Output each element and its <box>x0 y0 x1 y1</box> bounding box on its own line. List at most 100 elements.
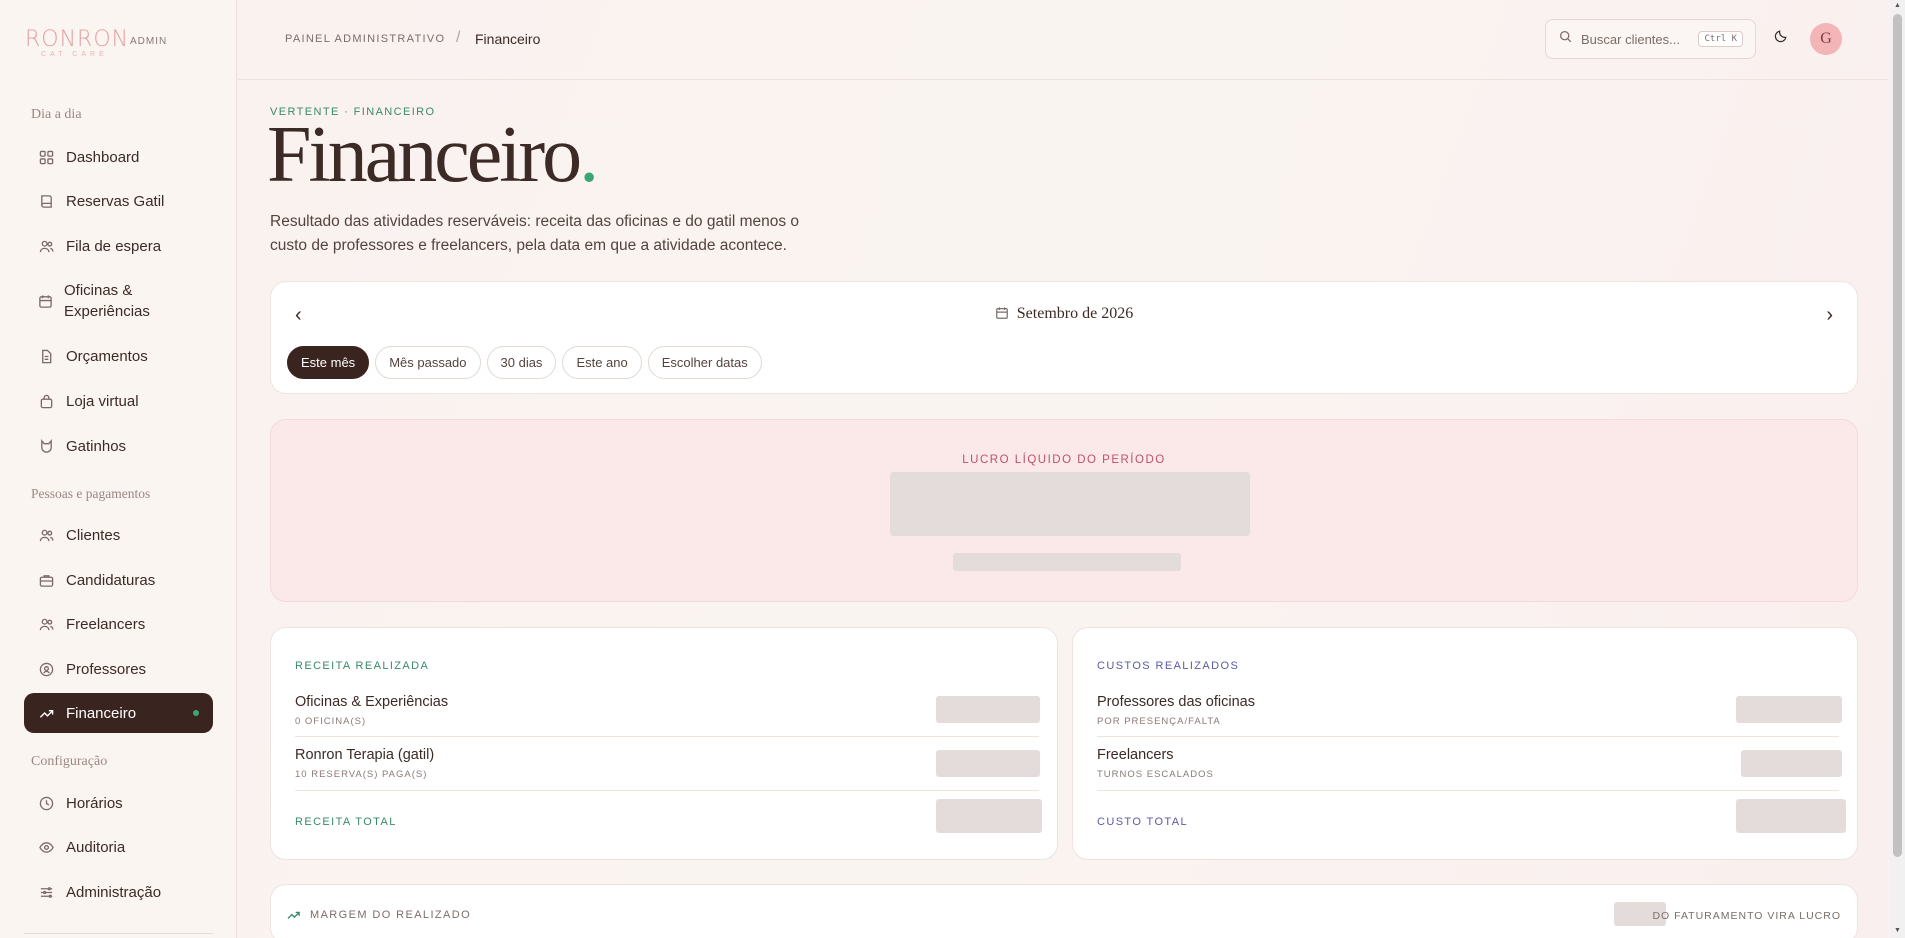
margin-card: MARGEM DO REALIZADO DO FATURAMENTO VIRA … <box>270 884 1858 938</box>
eye-icon <box>38 839 54 855</box>
users-icon <box>38 238 54 254</box>
month-label-text: Setembro de 2026 <box>1016 305 1134 322</box>
sidebar-item-reservas-gatil[interactable]: Reservas Gatil <box>24 190 213 212</box>
users-icon <box>38 527 54 543</box>
sidebar-item-clientes[interactable]: Clientes <box>24 524 213 546</box>
sidebar-item-label: Candidaturas <box>66 571 156 589</box>
sidebar: RONRON CAT CARE ADMIN Dia a dia Dashboar… <box>0 0 237 938</box>
sidebar-item-horarios[interactable]: Horários <box>24 792 213 814</box>
moon-icon[interactable] <box>1774 29 1788 48</box>
divider <box>295 790 1039 791</box>
sidebar-item-label: Horários <box>66 794 123 812</box>
chip-este-ano[interactable]: Este ano <box>562 346 642 379</box>
search-placeholder: Buscar clientes... <box>1581 31 1680 47</box>
search-input[interactable]: Buscar clientes... Ctrl K <box>1545 19 1756 59</box>
search-shortcut: Ctrl K <box>1698 31 1743 47</box>
page-title-dot: . <box>579 111 599 199</box>
cost-row-sub: TURNOS ESCALADOS <box>1097 769 1214 780</box>
sidebar-item-label: Auditoria <box>66 838 126 856</box>
book-icon <box>38 193 54 209</box>
month-label: Setembro de 2026 <box>271 305 1857 325</box>
page-description: Resultado das atividades reserváveis: re… <box>270 213 800 254</box>
revenue-row-sub: 0 OFICINA(S) <box>295 716 367 727</box>
revenue-title: RECEITA REALIZADA <box>295 660 430 672</box>
revenue-row-sub: 10 RESERVA(S) PAGA(S) <box>295 769 428 780</box>
sidebar-item-label: Loja virtual <box>66 392 139 410</box>
cost-row-sub: POR PRESENÇA/FALTA <box>1097 716 1221 727</box>
topbar: PAINEL ADMINISTRATIVO / Financeiro Busca… <box>238 0 1888 80</box>
net-profit-value-skeleton <box>890 472 1250 536</box>
divider <box>1097 790 1839 791</box>
sidebar-item-label: Financeiro <box>66 704 137 722</box>
page-title: Financeiro. <box>267 110 599 201</box>
margin-note: DO FATURAMENTO VIRA LUCRO <box>1652 910 1841 922</box>
cost-value-skeleton <box>1736 696 1842 723</box>
scroll-up-icon[interactable]: ▲ <box>1894 2 1901 9</box>
margin-label-text: MARGEM DO REALIZADO <box>310 909 472 921</box>
sidebar-item-orcamentos[interactable]: Orçamentos <box>24 345 213 367</box>
sidebar-item-gatinhos[interactable]: Gatinhos <box>24 435 213 457</box>
chip-mes-passado[interactable]: Mês passado <box>375 346 481 379</box>
divider <box>295 736 1039 737</box>
chip-escolher-datas[interactable]: Escolher datas <box>647 346 762 379</box>
sliders-icon <box>38 884 54 900</box>
chip-30-dias[interactable]: 30 dias <box>486 346 557 379</box>
breadcrumb-separator: / <box>456 29 461 46</box>
section-dia-a-dia: Dia a dia <box>31 107 82 122</box>
page-scrollbar[interactable]: ▲ ▼ <box>1890 0 1905 938</box>
sidebar-item-label: Fila de espera <box>66 237 162 255</box>
sidebar-item-candidaturas[interactable]: Candidaturas <box>24 569 213 591</box>
margin-label: MARGEM DO REALIZADO <box>287 909 471 921</box>
sidebar-item-professores[interactable]: Professores <box>24 658 213 680</box>
revenue-value-skeleton <box>936 696 1040 723</box>
page-title-text: Financeiro <box>267 111 582 199</box>
sidebar-item-administracao[interactable]: Administração <box>24 881 213 903</box>
divider <box>1097 736 1839 737</box>
net-profit-card: LUCRO LÍQUIDO DO PERÍODO <box>270 419 1858 602</box>
file-icon <box>38 348 54 364</box>
net-profit-label: LUCRO LÍQUIDO DO PERÍODO <box>962 454 1166 466</box>
brand-name: RONRON <box>25 27 130 52</box>
sidebar-item-oficinas[interactable]: Oficinas & Experiências <box>24 280 213 322</box>
costs-title: CUSTOS REALIZADOS <box>1097 660 1240 672</box>
period-chips: Este mês Mês passado 30 dias Este ano Es… <box>287 346 762 379</box>
revenue-row-label: Ronron Terapia (gatil) <box>295 747 435 763</box>
breadcrumb-root[interactable]: PAINEL ADMINISTRATIVO <box>285 33 445 45</box>
sidebar-item-auditoria[interactable]: Auditoria <box>24 836 213 858</box>
avatar[interactable]: G <box>1810 23 1842 55</box>
costs-card: CUSTOS REALIZADOS Professores das oficin… <box>1072 627 1858 860</box>
sidebar-item-freelancers[interactable]: Freelancers <box>24 613 213 635</box>
cost-value-skeleton <box>1741 750 1842 777</box>
briefcase-icon <box>38 572 54 588</box>
revenue-total-skeleton <box>936 799 1042 833</box>
net-profit-sub-skeleton <box>953 553 1181 571</box>
cost-total-skeleton <box>1736 799 1846 833</box>
main-content: PAINEL ADMINISTRATIVO / Financeiro Busca… <box>238 0 1888 938</box>
search-icon <box>1559 30 1572 48</box>
sidebar-item-label: Freelancers <box>66 615 146 633</box>
revenue-row-label: Oficinas & Experiências <box>295 694 449 710</box>
calendar-icon <box>995 306 1009 325</box>
scroll-down-icon[interactable]: ▼ <box>1894 927 1901 934</box>
sidebar-item-fila-de-espera[interactable]: Fila de espera <box>24 235 213 257</box>
sidebar-item-label: Administração <box>66 883 162 901</box>
cost-row-label: Freelancers <box>1097 747 1174 763</box>
sidebar-item-financeiro[interactable]: Financeiro <box>24 693 213 733</box>
brand-logo[interactable]: RONRON CAT CARE <box>25 27 129 58</box>
cost-row-label: Professores das oficinas <box>1097 694 1255 710</box>
brand-tagline: CAT CARE <box>41 51 108 58</box>
sidebar-item-label: Reservas Gatil <box>66 192 165 210</box>
chip-este-mes[interactable]: Este mês <box>287 346 370 379</box>
revenue-value-skeleton <box>936 750 1040 777</box>
sidebar-item-loja-virtual[interactable]: Loja virtual <box>24 390 213 412</box>
scrollbar-thumb[interactable] <box>1893 14 1902 857</box>
sidebar-item-dashboard[interactable]: Dashboard <box>24 146 213 168</box>
cost-total-label: CUSTO TOTAL <box>1097 816 1188 828</box>
trending-up-icon <box>287 911 300 919</box>
admin-label: ADMIN <box>130 36 168 47</box>
badge-icon <box>38 661 54 677</box>
bag-icon <box>38 393 54 409</box>
period-selector: ‹ › Setembro de 2026 Este mês Mês passad… <box>270 281 1858 394</box>
sidebar-divider <box>24 933 213 934</box>
calendar-icon <box>37 293 53 309</box>
